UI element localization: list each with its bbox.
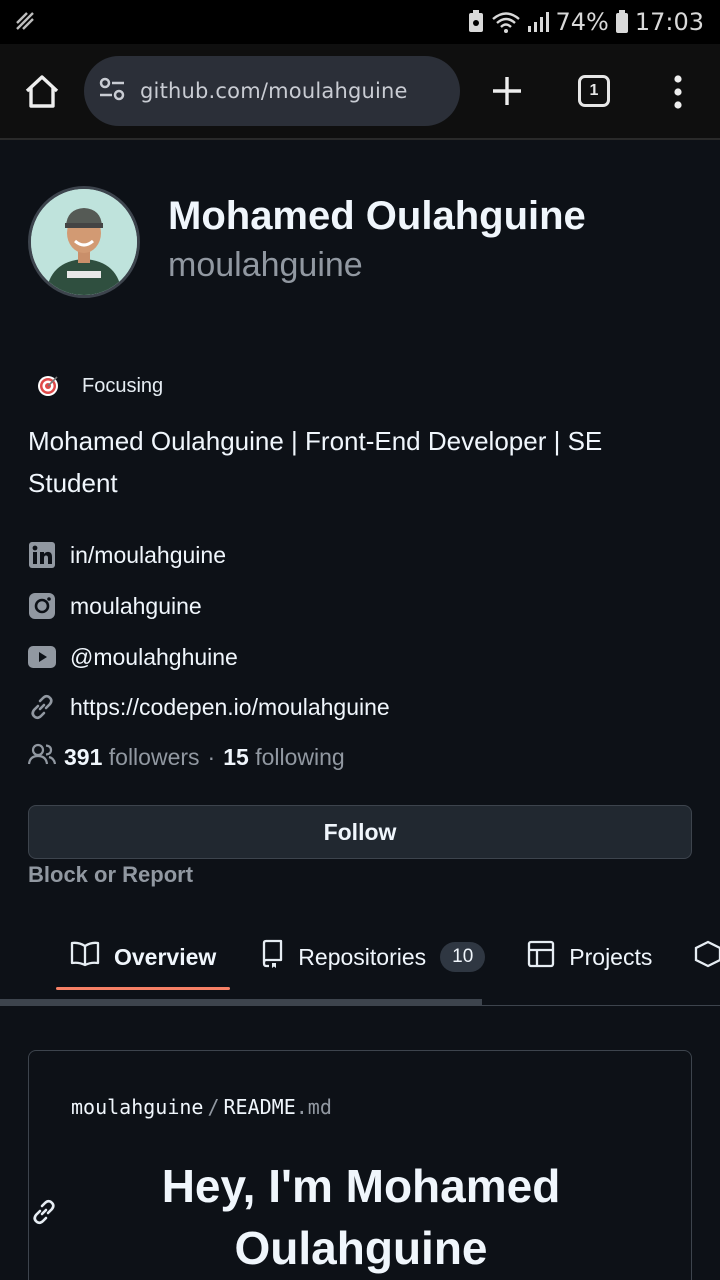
link-text: in/moulahguine <box>70 541 227 568</box>
avatar[interactable] <box>28 186 140 298</box>
address-bar[interactable]: github.com/moulahguine <box>84 56 460 126</box>
tab-repositories[interactable]: Repositories 10 <box>246 924 499 990</box>
user-status[interactable]: Focusing <box>28 366 163 406</box>
recycle-battery-icon <box>467 10 485 34</box>
tab-count: 1 <box>589 82 599 99</box>
battery-percent: 74% <box>555 8 609 36</box>
instagram-icon <box>28 592 56 620</box>
readme-heading-line: Hey, I'm Mohamed <box>161 1160 561 1212</box>
tab-overview[interactable]: Overview <box>56 924 231 990</box>
clock: 17:03 <box>634 8 704 36</box>
profile-bio: Mohamed Oulahguine | Front-End Developer… <box>28 426 603 498</box>
browser-toolbar: github.com/moulahguine 1 <box>0 44 720 140</box>
repo-count-badge: 10 <box>440 942 486 972</box>
tab-switcher-button[interactable]: 1 <box>578 75 610 107</box>
link-text: moulahguine <box>70 592 202 619</box>
tab-projects[interactable]: Projects <box>513 924 666 990</box>
target-emoji-icon <box>28 366 68 406</box>
profile-username: moulahguine <box>168 246 363 284</box>
readme-heading-line: Oulahguine <box>234 1222 488 1274</box>
url-text: github.com/moulahguine <box>140 79 408 103</box>
follow-separator: · <box>207 743 216 770</box>
more-menu-icon[interactable] <box>668 72 688 117</box>
readme-path: moulahguine / README.md <box>71 1095 332 1119</box>
readme-owner[interactable]: moulahguine <box>71 1095 203 1119</box>
youtube-icon <box>28 643 56 671</box>
people-icon <box>27 742 57 772</box>
tab-packages-partial[interactable] <box>680 924 720 990</box>
follow-button[interactable]: Follow <box>28 805 692 859</box>
readme-ext: .md <box>295 1095 332 1119</box>
instagram-link[interactable]: moulahguine <box>28 590 202 622</box>
tabs-divider <box>0 1005 720 1006</box>
status-bar: 74% 17:03 <box>0 0 720 44</box>
following-count: 15 <box>223 743 249 770</box>
followers-count: 391 <box>64 743 103 770</box>
readme-file: README <box>223 1095 296 1119</box>
site-settings-icon[interactable] <box>98 75 126 108</box>
followers-label: followers <box>108 743 200 770</box>
readme-card: moulahguine / README.md Hey, I'm Mohamed O… <box>28 1050 692 1280</box>
status-text: Focusing <box>82 374 164 397</box>
followers-link[interactable]: 391 followers <box>64 744 200 771</box>
signal-slash-icon <box>14 10 38 39</box>
linkedin-link[interactable]: in/moulahguine <box>28 539 226 571</box>
repo-icon <box>260 939 284 975</box>
link-icon <box>28 693 56 721</box>
package-icon <box>694 940 720 974</box>
heading-anchor-icon[interactable] <box>30 1198 58 1231</box>
profile-tabs: Overview Repositories 10 Projects <box>56 924 720 990</box>
new-tab-icon[interactable] <box>490 74 524 113</box>
cell-signal-icon <box>527 10 550 34</box>
profile-full-name: Mohamed Oulahguine <box>168 194 586 238</box>
following-label: following <box>255 743 345 770</box>
tab-label: Overview <box>114 943 217 970</box>
battery-icon <box>615 10 629 34</box>
linkedin-icon <box>28 541 56 569</box>
following-link[interactable]: 15 following <box>223 744 344 771</box>
path-separator: / <box>207 1095 220 1119</box>
link-text: @moulahghuine <box>70 643 238 670</box>
wifi-icon <box>491 10 521 34</box>
table-icon <box>527 940 555 974</box>
book-icon <box>70 941 100 973</box>
block-or-report-link[interactable]: Block or Report <box>28 862 193 888</box>
readme-heading: Hey, I'm Mohamed Oulahguine <box>29 1155 693 1279</box>
youtube-link[interactable]: @moulahghuine <box>28 641 238 673</box>
tab-label: Projects <box>569 943 653 970</box>
home-icon[interactable] <box>22 72 62 117</box>
link-text: https://codepen.io/moulahguine <box>70 693 390 720</box>
follow-stats: 391 followers · 15 following <box>27 742 345 772</box>
tab-label: Repositories <box>298 943 427 970</box>
website-link[interactable]: https://codepen.io/moulahguine <box>28 691 390 723</box>
